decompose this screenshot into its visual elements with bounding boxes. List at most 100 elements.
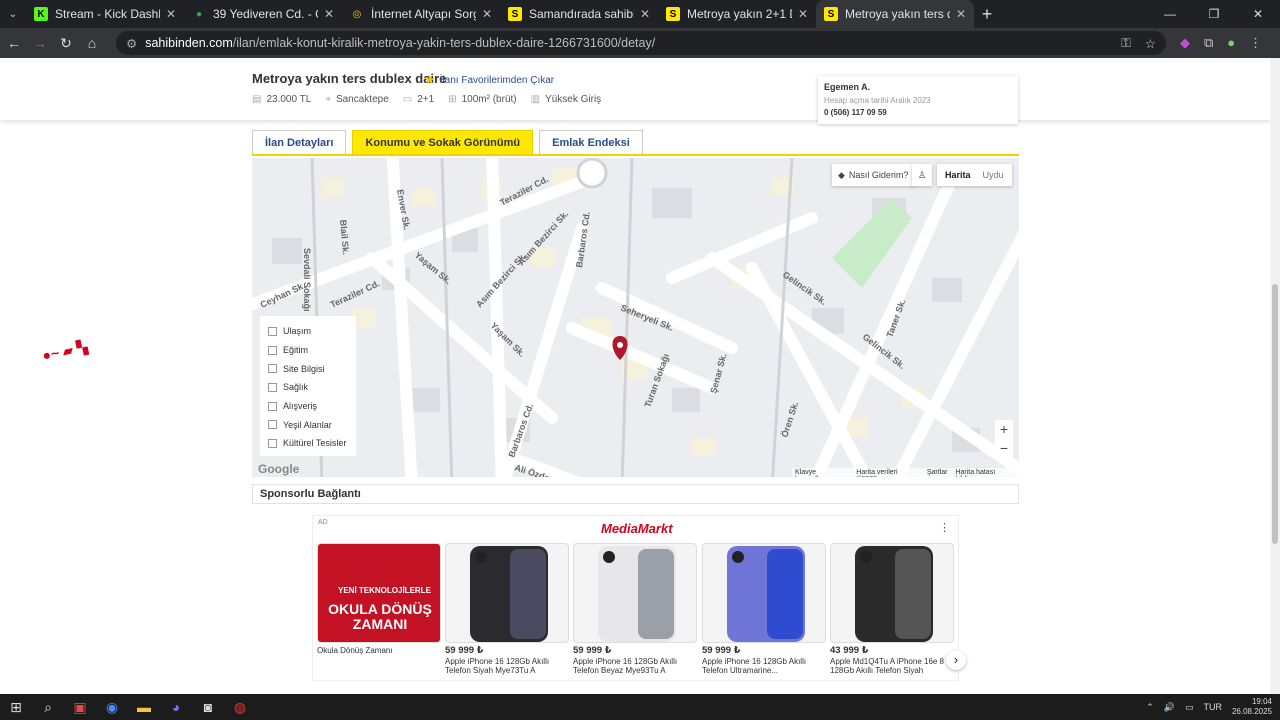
app-icon[interactable]: ▣ xyxy=(64,694,96,720)
floor-info: ▥ Yüksek Giriş xyxy=(530,94,602,105)
satellite-mode-button[interactable]: Uydu xyxy=(983,170,1004,180)
product-caption[interactable]: 59 999 ₺ Apple iPhone 16 128Gb Akıllı Tel… xyxy=(445,646,569,676)
map-streets: Teraziler Cd. Teraziler Cd. Ceyhan Sk. S… xyxy=(252,158,1019,477)
product-card[interactable] xyxy=(445,543,569,643)
more-options-icon[interactable]: ⋮ xyxy=(939,521,950,534)
checkbox[interactable] xyxy=(268,438,277,448)
file-explorer-icon[interactable]: ▬ xyxy=(128,694,160,720)
chrome-icon[interactable]: ◉ xyxy=(96,694,128,720)
poi-filter-panel: Ulaşım Eğitim Site Bilgisi Sağlık Alışve… xyxy=(260,316,356,456)
product-card[interactable] xyxy=(573,543,697,643)
keyboard-shortcuts-link[interactable]: Klavye kısayolları xyxy=(795,469,848,477)
network-icon[interactable]: ▭ xyxy=(1185,702,1194,713)
map-view[interactable]: Teraziler Cd. Teraziler Cd. Ceyhan Sk. S… xyxy=(252,158,1019,477)
discord-icon[interactable]: ◕ xyxy=(160,694,192,720)
terms-link[interactable]: Şartlar xyxy=(927,469,948,477)
product-card[interactable] xyxy=(830,543,954,643)
extensions-puzzle-icon[interactable]: ⧉ xyxy=(1204,35,1213,51)
product-card[interactable] xyxy=(702,543,826,643)
kick-icon: K xyxy=(34,7,48,21)
promo-caption[interactable]: Okula Dönüş Zamanı xyxy=(317,646,441,656)
new-tab-button[interactable]: + xyxy=(974,4,1000,25)
tray-chevron-icon[interactable]: ⌃ xyxy=(1146,702,1154,713)
browser-tab[interactable]: K Stream - Kick Dashboard ✕ xyxy=(26,0,184,28)
app-icon[interactable]: ◍ xyxy=(224,694,256,720)
search-icon[interactable]: ⌕ xyxy=(32,694,64,720)
phone-image xyxy=(727,546,805,642)
directions-button[interactable]: ◆ Nasıl Giderim? xyxy=(832,164,915,186)
reload-icon[interactable]: ↻ xyxy=(54,35,78,52)
zoom-out-button[interactable]: − xyxy=(995,439,1013,458)
browser-tab[interactable]: ● 39 Yediveren Cd. - Google Harit ✕ xyxy=(184,0,342,28)
area-icon: ⊞ xyxy=(448,94,457,105)
close-tab-icon[interactable]: ✕ xyxy=(324,7,334,21)
poi-option[interactable]: Yeşil Alanlar xyxy=(268,415,348,434)
close-tab-icon[interactable]: ✕ xyxy=(956,7,966,21)
product-caption[interactable]: 59 999 ₺ Apple iPhone 16 128Gb Akıllı Tel… xyxy=(573,646,697,676)
zoom-in-button[interactable]: + xyxy=(995,420,1013,439)
poi-option[interactable]: Kültürel Tesisler xyxy=(268,434,348,453)
forward-icon[interactable]: → xyxy=(28,35,52,51)
checkbox[interactable] xyxy=(268,420,277,430)
minimize-icon[interactable]: — xyxy=(1148,7,1192,21)
promo-card[interactable]: YENİ TEKNOLOJİLERLE OKULA DÖNÜŞ ZAMANI xyxy=(317,543,441,643)
extension-icon[interactable]: ◆ xyxy=(1180,35,1190,51)
close-tab-icon[interactable]: ✕ xyxy=(166,7,176,21)
volume-icon[interactable]: 🔊 xyxy=(1164,702,1175,713)
poi-option[interactable]: Sağlık xyxy=(268,378,348,397)
url-input[interactable]: ⚙ sahibinden.com/ilan/emlak-konut-kirali… xyxy=(116,31,1166,55)
product-caption[interactable]: 59 999 ₺ Apple iPhone 16 128Gb Akıllı Tel… xyxy=(702,646,826,676)
poi-option[interactable]: Eğitim xyxy=(268,341,348,360)
scrollbar-thumb[interactable] xyxy=(1272,284,1278,544)
close-tab-icon[interactable]: ✕ xyxy=(640,7,650,21)
sahibinden-icon: S xyxy=(824,7,838,21)
restore-icon[interactable]: ❐ xyxy=(1192,7,1236,21)
close-tab-icon[interactable]: ✕ xyxy=(798,7,808,21)
browser-tabbar: ⌄ K Stream - Kick Dashboard ✕ ● 39 Yediv… xyxy=(0,0,1280,28)
close-tab-icon[interactable]: ✕ xyxy=(482,7,492,21)
district-info: ⌖ Sancaktepe xyxy=(325,94,389,105)
poi-option[interactable]: Site Bilgisi xyxy=(268,359,348,378)
phone-image xyxy=(470,546,548,642)
close-window-icon[interactable]: ✕ xyxy=(1236,7,1280,21)
back-icon[interactable]: ← xyxy=(2,35,26,51)
tab-search-icon[interactable]: ⌄ xyxy=(0,0,26,28)
product-caption[interactable]: 43 999 ₺ Apple Md1Q4Tu A iPhone 16e 8 128… xyxy=(830,646,954,676)
language-indicator[interactable]: TUR xyxy=(1203,702,1222,712)
menu-dots-icon[interactable]: ⋮ xyxy=(1249,35,1262,51)
tab-listing-details[interactable]: İlan Detayları xyxy=(252,130,347,154)
street-view-pegman-icon[interactable]: ♙ xyxy=(912,164,932,186)
browser-tab[interactable]: S Metroya yakın 2+1 Daire - Kiral ✕ xyxy=(658,0,816,28)
home-icon[interactable]: ⌂ xyxy=(80,35,104,51)
password-key-icon[interactable]: ⚿ xyxy=(1121,36,1131,51)
price-tag-icon: ▤ xyxy=(252,94,262,105)
tab-real-estate-index[interactable]: Emlak Endeksi xyxy=(539,130,643,154)
browser-tab-active[interactable]: S Metroya yakın ters dublex daire ✕ xyxy=(816,0,974,28)
report-map-error-link[interactable]: Harita hatası bildirin xyxy=(955,469,1016,477)
page-scrollbar[interactable] xyxy=(1270,58,1280,694)
checkbox[interactable] xyxy=(268,364,277,374)
tab-location-street-view[interactable]: Konumu ve Sokak Görünümü xyxy=(352,130,534,154)
browser-tab[interactable]: S Samandırada sahibinden kiralık ✕ xyxy=(500,0,658,28)
map-mode-button[interactable]: Harita xyxy=(945,170,971,180)
checkbox[interactable] xyxy=(268,382,277,392)
next-arrow-icon[interactable]: › xyxy=(946,650,966,670)
poi-option[interactable]: Alışveriş xyxy=(268,397,348,416)
map-footer: Klavye kısayolları Harita verileri ©2025… xyxy=(792,468,1019,477)
poi-option[interactable]: Ulaşım xyxy=(268,322,348,341)
browser-tab[interactable]: ◎ İnternet Altyapı Sorgulama & F ✕ xyxy=(342,0,500,28)
profile-icon[interactable]: ● xyxy=(1227,35,1235,51)
favorite-remove-link[interactable]: ★ İlanı Favorilerimden Çıkar xyxy=(424,72,554,88)
windows-start-icon[interactable]: ⊞ xyxy=(0,694,32,720)
checkbox[interactable] xyxy=(268,345,277,355)
street-label: Teraziler Cd. xyxy=(329,278,382,310)
location-pin-icon: ⌖ xyxy=(325,94,331,105)
clock[interactable]: 19:04 26.08.2025 xyxy=(1232,697,1272,717)
site-info-icon[interactable]: ⚙ xyxy=(126,36,137,51)
checkbox[interactable] xyxy=(268,401,277,411)
bookmark-star-icon[interactable]: ☆ xyxy=(1145,36,1156,51)
street-label: Blail Sk. xyxy=(338,219,351,255)
checkbox[interactable] xyxy=(268,326,277,336)
obs-icon[interactable]: ◙ xyxy=(192,694,224,720)
ad-banner[interactable]: AD MediaMarkt ⋮ YENİ TEKNOLOJİLERLE OKUL… xyxy=(312,515,966,681)
